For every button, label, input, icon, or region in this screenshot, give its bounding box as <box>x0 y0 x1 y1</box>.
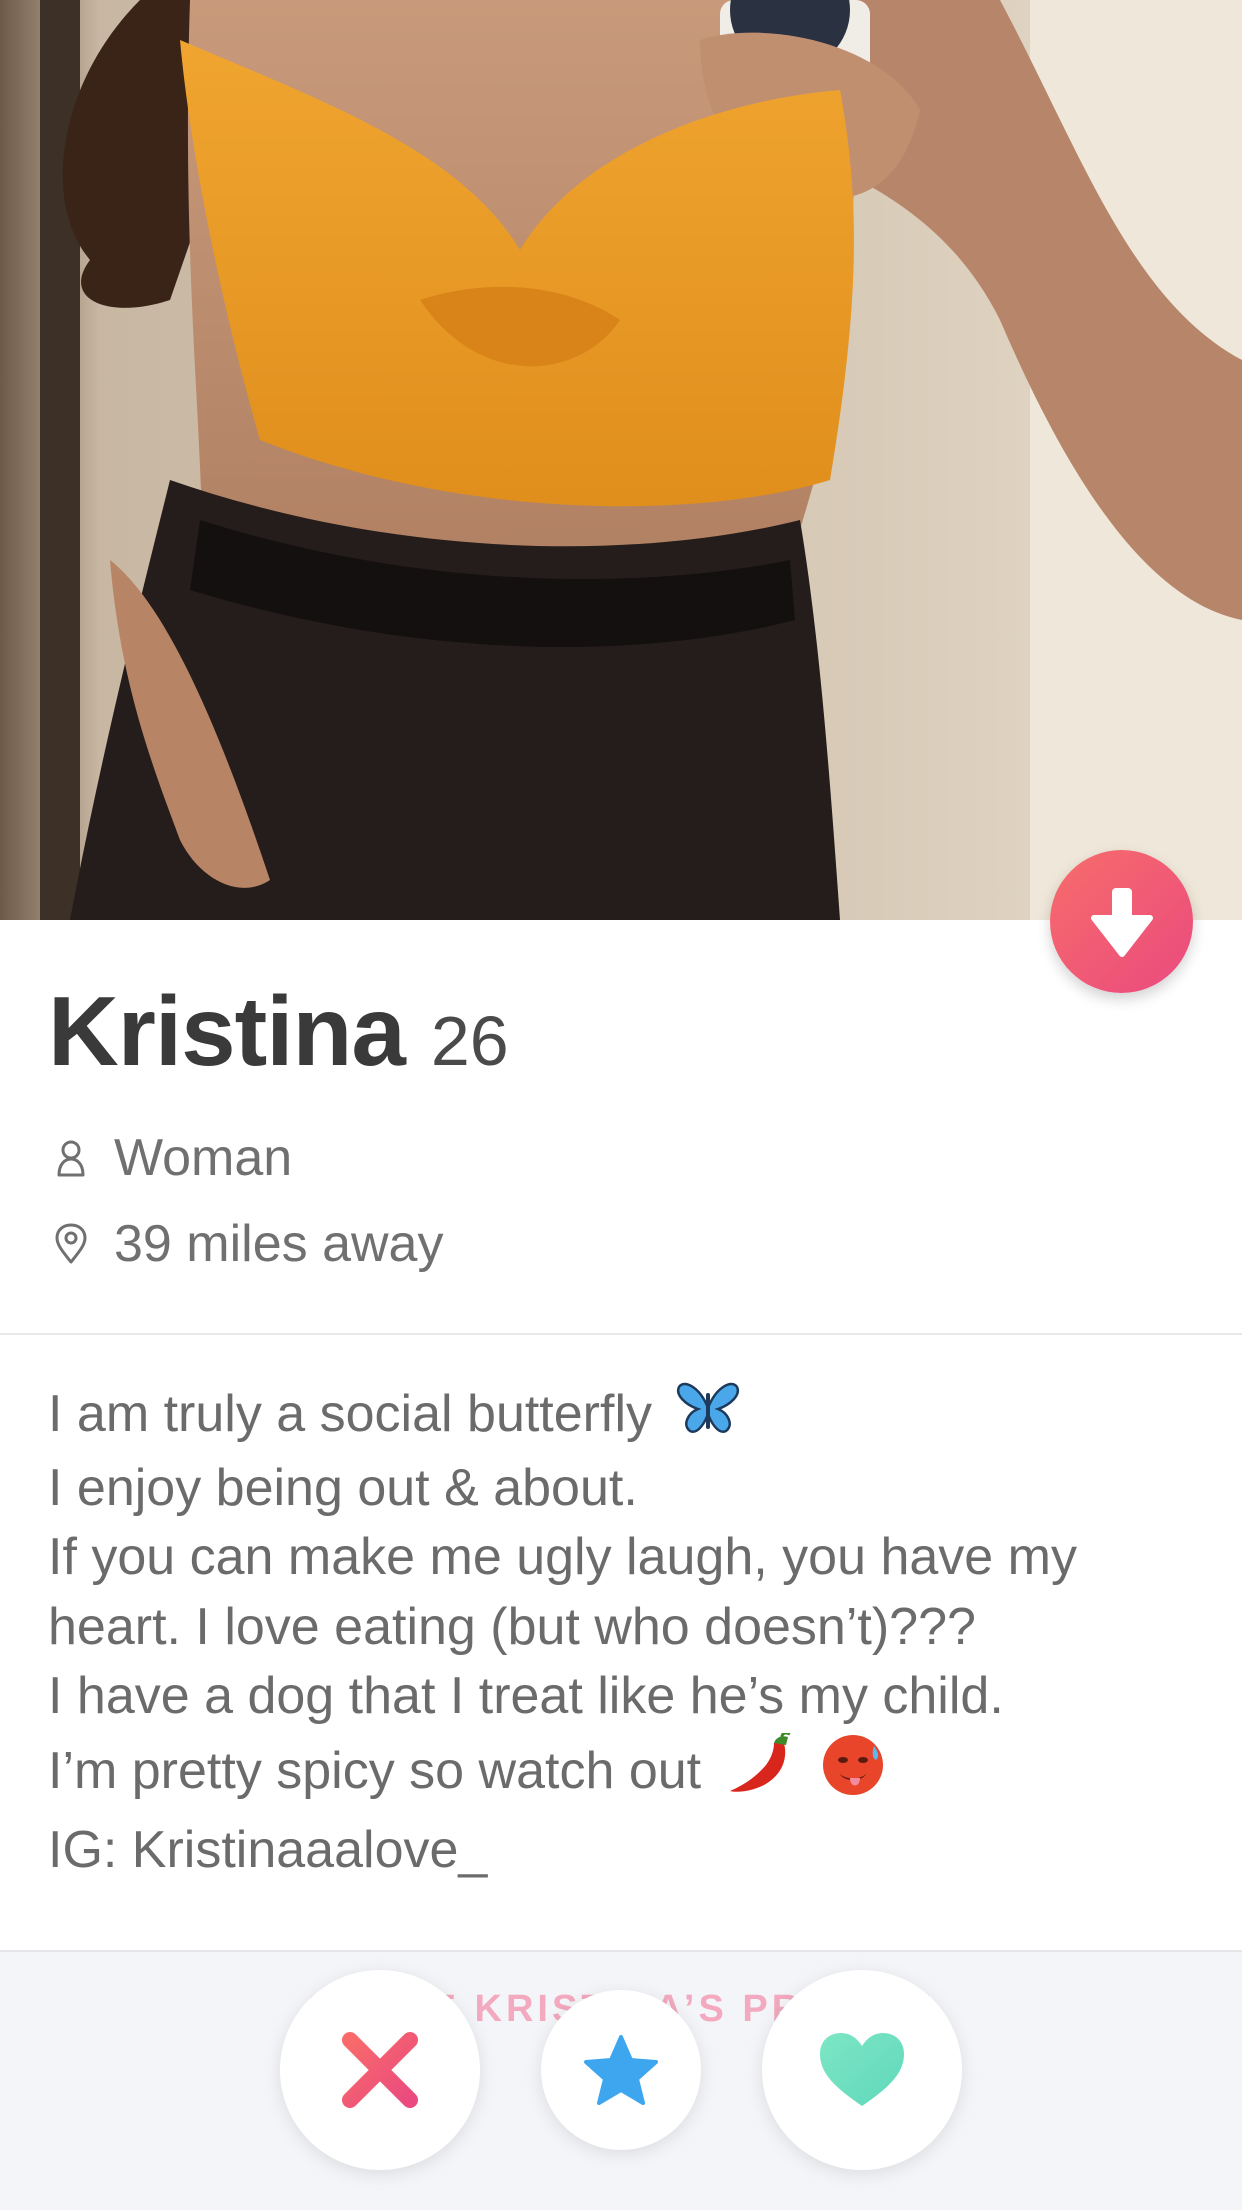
collapse-profile-button[interactable] <box>1050 850 1193 993</box>
bio-line: I have a dog that I treat like he’s my c… <box>48 1667 1004 1726</box>
bio-line: I am truly a social butterfly <box>48 1380 1198 1454</box>
star-icon <box>584 2035 658 2105</box>
bio-line: If you can make me ugly laugh, you have … <box>48 1528 1077 1587</box>
distance-label: 39 miles away <box>114 1215 444 1273</box>
gender-label: Woman <box>114 1129 293 1187</box>
nope-button[interactable] <box>280 1970 480 2170</box>
x-icon <box>342 2032 418 2108</box>
profile-name: Kristina <box>48 976 406 1086</box>
profile-header: Kristina 26 <box>48 975 509 1088</box>
bio-line: I’m pretty spicy so watch out <box>48 1731 1198 1817</box>
bio-line: heart. I love eating (but who doesn’t)??… <box>48 1597 976 1656</box>
location-pin-icon <box>48 1221 94 1267</box>
profile-bio: I am truly a social butterfly I enjoy be… <box>48 1380 1198 1886</box>
bio-line: IG: Kristinaaalove_ <box>48 1821 488 1880</box>
profile-age: 26 <box>430 1002 509 1080</box>
arrow-down-icon <box>1090 887 1153 957</box>
photo-illustration <box>0 0 1242 920</box>
bio-line: I enjoy being out & about. <box>48 1458 638 1517</box>
hot-pepper-emoji <box>726 1731 796 1816</box>
like-button[interactable] <box>762 1970 962 2170</box>
super-like-button[interactable] <box>541 1990 701 2150</box>
person-icon <box>48 1135 94 1181</box>
profile-photo[interactable] <box>0 0 1242 920</box>
section-divider <box>0 1333 1242 1335</box>
distance-row: 39 miles away <box>48 1214 443 1274</box>
gender-row: Woman <box>48 1128 292 1188</box>
hot-face-emoji <box>820 1732 886 1817</box>
butterfly-emoji <box>676 1381 740 1454</box>
heart-icon <box>820 2033 904 2106</box>
